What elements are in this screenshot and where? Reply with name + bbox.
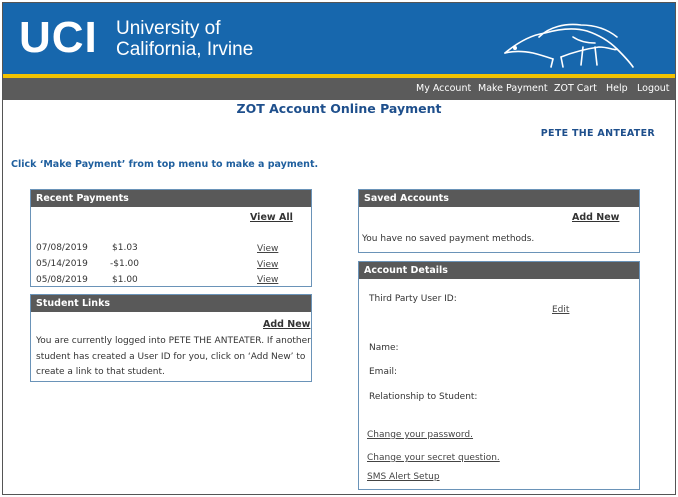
payment-date: 07/08/2019 bbox=[36, 243, 88, 253]
change-secret-question-link[interactable]: Change your secret question. bbox=[367, 453, 500, 463]
edit-link[interactable]: Edit bbox=[552, 305, 569, 315]
add-student-link-button[interactable]: Add New bbox=[263, 319, 310, 330]
payment-amount: -$1.00 bbox=[110, 259, 140, 269]
uci-logo[interactable]: UCI bbox=[19, 13, 98, 63]
payment-amount: $1.00 bbox=[112, 275, 138, 285]
no-saved-accounts-text: You have no saved payment methods. bbox=[362, 234, 535, 244]
name-label: Name: bbox=[369, 343, 399, 353]
account-details-panel: Account Details Third Party User ID: Edi… bbox=[358, 261, 640, 490]
header-banner: UCI University of California, Irvine bbox=[3, 3, 675, 74]
university-name: University of California, Irvine bbox=[116, 18, 253, 60]
nav-zot-cart[interactable]: ZOT Cart bbox=[554, 78, 597, 100]
relationship-label: Relationship to Student: bbox=[369, 392, 478, 402]
nav-logout[interactable]: Logout bbox=[637, 78, 670, 100]
payment-date: 05/08/2019 bbox=[36, 275, 88, 285]
saved-accounts-panel: Saved Accounts Add New You have no saved… bbox=[358, 189, 640, 253]
student-links-panel: Student Links Add New You are currently … bbox=[30, 294, 312, 382]
sms-alert-setup-link[interactable]: SMS Alert Setup bbox=[367, 472, 440, 482]
top-nav: My Account Make Payment ZOT Cart Help Lo… bbox=[3, 78, 675, 100]
student-links-header: Student Links bbox=[31, 295, 311, 312]
view-all-link[interactable]: View All bbox=[250, 212, 293, 223]
page-frame: UCI University of California, Irvine My … bbox=[2, 2, 676, 495]
student-links-text: You are currently logged into PETE THE A… bbox=[36, 336, 311, 377]
change-password-link[interactable]: Change your password. bbox=[367, 430, 473, 440]
nav-help[interactable]: Help bbox=[606, 78, 628, 100]
university-line-1: University of bbox=[116, 18, 221, 39]
payment-date: 05/14/2019 bbox=[36, 259, 88, 269]
anteater-icon bbox=[504, 23, 634, 68]
third-party-user-id-label: Third Party User ID: bbox=[369, 294, 457, 304]
nav-make-payment[interactable]: Make Payment bbox=[478, 78, 548, 100]
recent-payments-panel: Recent Payments View All 07/08/2019 $1.0… bbox=[30, 189, 312, 287]
account-details-header: Account Details bbox=[359, 262, 639, 279]
payment-amount: $1.03 bbox=[112, 243, 138, 253]
university-line-2: California, Irvine bbox=[116, 39, 254, 60]
recent-payments-header: Recent Payments bbox=[31, 190, 311, 207]
page-title: ZOT Account Online Payment bbox=[236, 101, 442, 116]
payment-view-link[interactable]: View bbox=[257, 260, 278, 270]
nav-my-account[interactable]: My Account bbox=[416, 78, 471, 100]
saved-accounts-header: Saved Accounts bbox=[359, 190, 639, 207]
instruction-text: Click ‘Make Payment’ from top menu to ma… bbox=[11, 159, 319, 170]
payment-view-link[interactable]: View bbox=[257, 275, 278, 285]
user-name: PETE THE ANTEATER bbox=[540, 128, 655, 139]
payment-view-link[interactable]: View bbox=[257, 244, 278, 254]
add-saved-account-button[interactable]: Add New bbox=[572, 212, 619, 223]
email-label: Email: bbox=[369, 367, 398, 377]
